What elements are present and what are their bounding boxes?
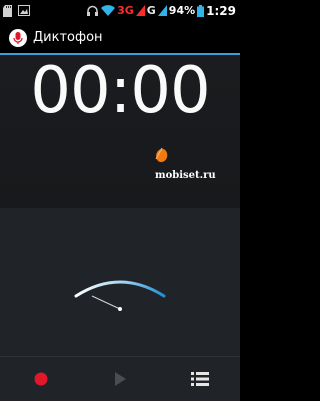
play-icon [115, 372, 126, 386]
level-meter [74, 280, 166, 311]
list-icon [191, 372, 209, 386]
play-button[interactable] [105, 364, 135, 394]
network-g-label: G [146, 4, 156, 17]
photo-icon [18, 5, 30, 16]
battery-icon [197, 4, 205, 17]
level-meter-pivot [118, 307, 122, 311]
control-bar [0, 356, 240, 401]
recordings-list-button[interactable] [185, 364, 215, 394]
headset-icon [87, 5, 99, 16]
watermark-text: mobiset.ru [155, 170, 216, 181]
elapsed-timer: 00:00 [30, 54, 210, 128]
status-bar: 3G G 94% 1:29 [0, 0, 240, 21]
record-icon [34, 372, 48, 386]
wifi-icon [101, 5, 116, 16]
level-meter-arc [74, 280, 166, 298]
action-bar: Диктофон [0, 21, 240, 54]
battery-percent: 94% [168, 4, 196, 17]
app-title: Диктофон [33, 30, 103, 45]
meter-panel [0, 208, 240, 356]
microphone-icon[interactable] [9, 28, 27, 47]
status-time: 1:29 [206, 3, 236, 18]
sd-card-icon [3, 4, 12, 17]
signal-icon [135, 5, 145, 16]
signal-icon-2 [157, 5, 167, 16]
level-meter-needle [91, 295, 121, 310]
record-button[interactable] [26, 364, 56, 394]
network-3g-label: 3G [117, 4, 134, 17]
